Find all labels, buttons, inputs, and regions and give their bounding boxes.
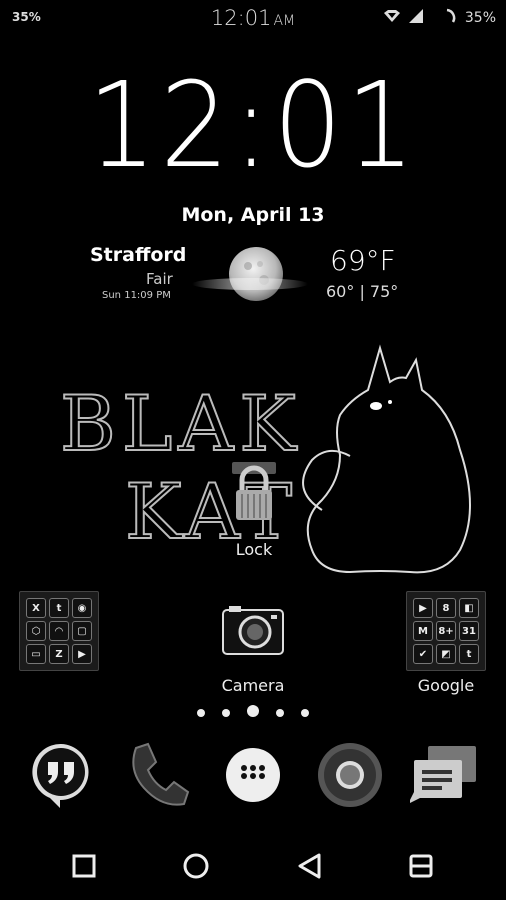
weather-condition: Fair	[146, 270, 173, 288]
left-apps-folder[interactable]: X t ◉ ⬡ ◠ ▢ ▭ Z ▶	[19, 591, 99, 671]
weather-city[interactable]: Strafford	[90, 244, 186, 266]
page-dot-3-current	[247, 705, 259, 717]
camera-label: Camera	[221, 676, 285, 695]
status-ampm: AM	[273, 13, 296, 29]
recents-button[interactable]	[66, 848, 102, 884]
page-dot-5	[301, 709, 310, 717]
page-dot-4	[276, 709, 285, 717]
chrome-app-icon[interactable]	[315, 740, 385, 810]
lock-label: Lock	[235, 540, 273, 559]
messenger-app-icon[interactable]	[408, 740, 480, 810]
phone-app-icon[interactable]	[122, 740, 192, 810]
status-battery-right: 35%	[464, 10, 496, 26]
folder-app-2: t	[49, 598, 69, 618]
lock-icon[interactable]	[226, 462, 282, 524]
google-app-7: ✔	[413, 644, 433, 664]
wifi-icon	[383, 9, 401, 27]
logo-line1: BLAK	[60, 379, 302, 468]
clock-widget[interactable]: 12:01	[20, 66, 486, 184]
google-app-9: t	[459, 644, 479, 664]
weather-temp: 69°F	[330, 244, 396, 277]
google-app-2: 8	[436, 598, 456, 618]
signal-icon	[408, 9, 423, 27]
status-time: 12:01	[210, 6, 272, 30]
weather-updated: Sun 11:09 PM	[102, 290, 171, 301]
google-app-5: 8+	[436, 621, 456, 641]
page-dot-2	[221, 709, 230, 717]
folder-app-5: ◠	[49, 621, 69, 641]
folder-app-4: ⬡	[26, 621, 46, 641]
google-app-4: M	[413, 621, 433, 641]
folder-app-6: ▢	[72, 621, 92, 641]
home-button[interactable]	[178, 848, 214, 884]
date-label: Mon, April 13	[181, 204, 325, 226]
weather-range: 60° | 75°	[326, 282, 399, 301]
back-button[interactable]	[291, 848, 327, 884]
folder-app-9: ▶	[72, 644, 92, 664]
google-label: Google	[417, 676, 475, 695]
google-apps-folder[interactable]: ▶ 8 ◧ M 8+ 31 ✔ ◩ t	[406, 591, 486, 671]
page-dot-1	[196, 709, 205, 717]
folder-app-1: X	[26, 598, 46, 618]
camera-app-icon[interactable]	[221, 604, 285, 656]
battery-ring-icon	[445, 8, 457, 28]
app-drawer-icon[interactable]	[220, 740, 290, 810]
folder-app-3: ◉	[72, 598, 92, 618]
menu-button[interactable]	[403, 848, 439, 884]
page-indicator[interactable]	[0, 702, 506, 721]
folder-app-8: Z	[49, 644, 69, 664]
folder-app-7: ▭	[26, 644, 46, 664]
moon-icon	[190, 244, 310, 312]
hangouts-app-icon[interactable]	[26, 740, 96, 810]
google-app-6: 31	[459, 621, 479, 641]
status-icons: 35%	[383, 8, 496, 28]
google-app-8: ◩	[436, 644, 456, 664]
google-app-1: ▶	[413, 598, 433, 618]
google-app-3: ◧	[459, 598, 479, 618]
